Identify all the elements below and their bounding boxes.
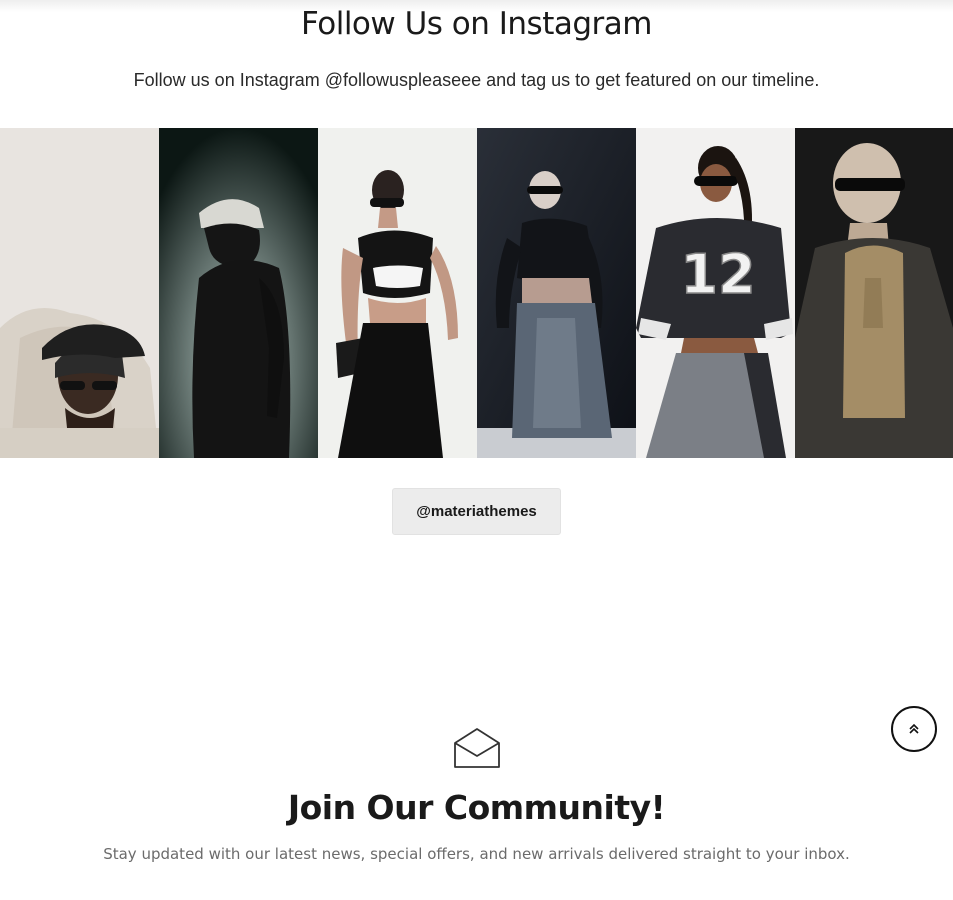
instagram-gallery: 12	[0, 128, 953, 458]
double-chevron-up-icon	[909, 723, 919, 734]
community-title: Join Our Community!	[287, 788, 666, 827]
community-subtitle: Stay updated with our latest news, speci…	[103, 845, 850, 863]
gallery-image-1[interactable]	[0, 128, 159, 458]
gallery-image-3[interactable]	[318, 128, 477, 458]
instagram-section-subtitle: Follow us on Instagram @followuspleaseee…	[133, 70, 820, 90]
jersey-number: 12	[680, 243, 755, 306]
gallery-image-2[interactable]	[159, 128, 318, 458]
instagram-section-title: Follow Us on Instagram	[301, 6, 652, 42]
gallery-image-5[interactable]: 12	[636, 128, 795, 458]
gallery-image-4[interactable]	[477, 128, 636, 458]
instagram-handle-button[interactable]: @materiathemes	[392, 488, 561, 535]
scroll-to-top-button[interactable]	[891, 706, 937, 752]
envelope-open-icon	[454, 728, 500, 768]
gallery-image-6[interactable]	[795, 128, 953, 458]
